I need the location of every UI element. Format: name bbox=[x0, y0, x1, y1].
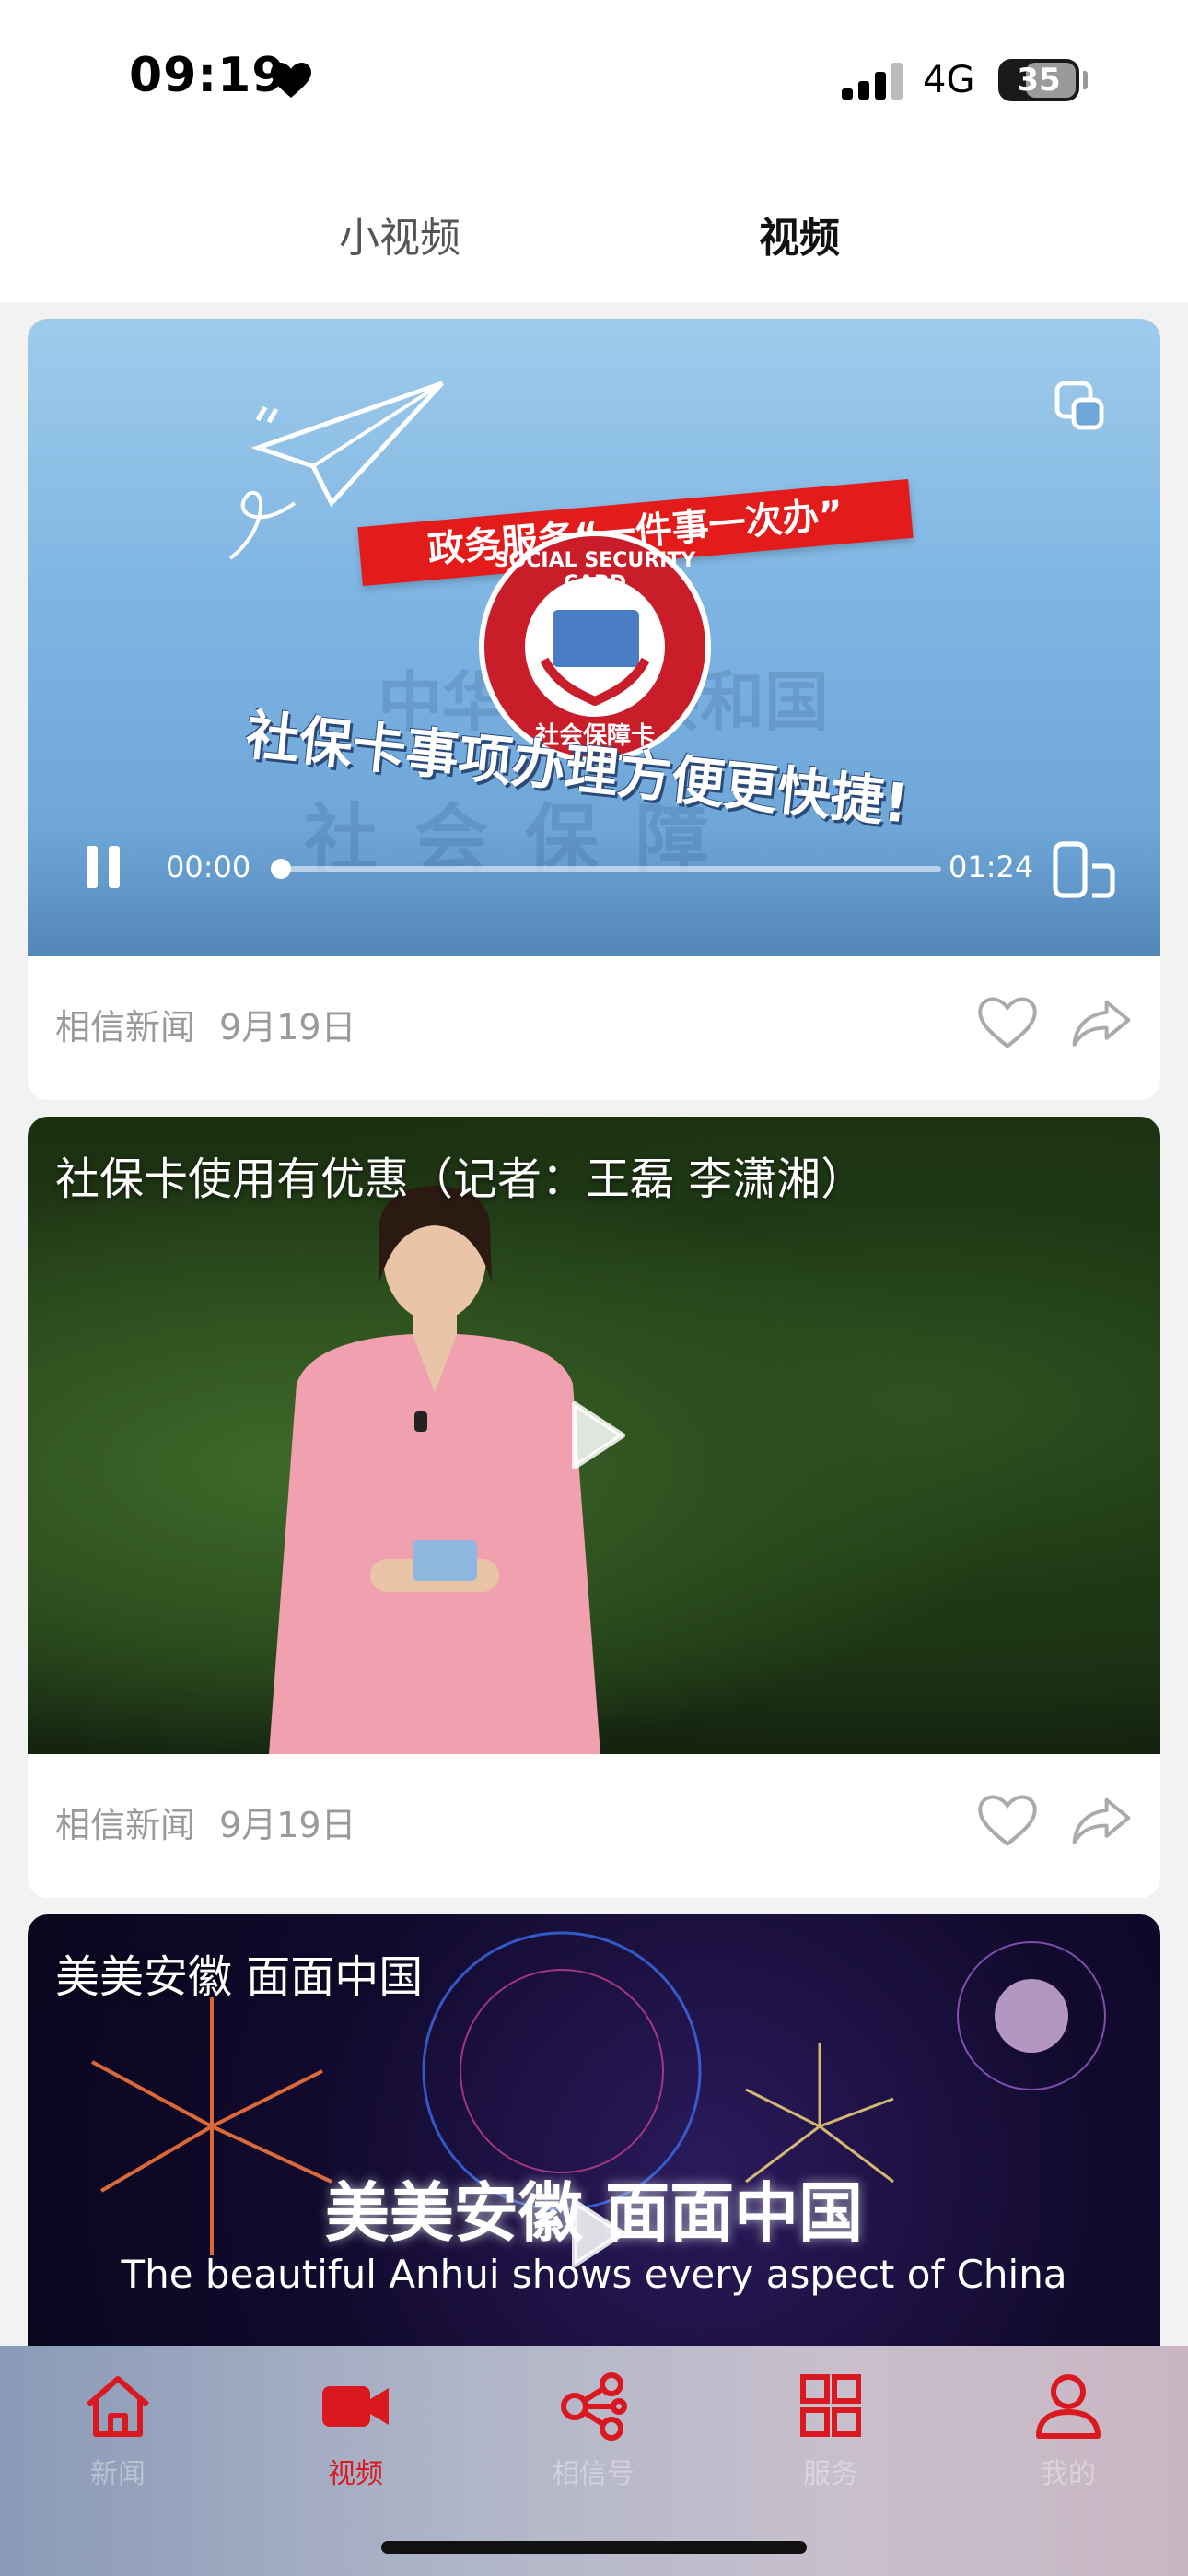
like-icon[interactable] bbox=[976, 995, 1039, 1050]
tab-video[interactable]: 视频 bbox=[759, 205, 840, 263]
home-icon bbox=[87, 2376, 149, 2437]
battery-icon: 35 bbox=[998, 59, 1079, 101]
tab-short-video[interactable]: 小视频 bbox=[339, 205, 460, 263]
source-label: 相信新闻 bbox=[55, 1805, 196, 1845]
home-indicator[interactable] bbox=[381, 2541, 807, 2554]
top-tab-bar: 小视频 视频 bbox=[0, 157, 1188, 302]
pip-icon[interactable] bbox=[1054, 380, 1105, 431]
tab-services[interactable]: 服务 bbox=[748, 2371, 914, 2491]
video-title: 美美安徽 面面中国 bbox=[55, 1951, 424, 2003]
share-icon[interactable] bbox=[1070, 997, 1133, 1048]
network-type: 4G bbox=[923, 59, 975, 101]
battery-level: 35 bbox=[1017, 62, 1061, 99]
card-meta: 相信新闻 9月19日 bbox=[55, 999, 356, 1049]
pause-icon[interactable] bbox=[81, 844, 127, 890]
cell-signal-icon bbox=[842, 63, 903, 100]
progress-bar[interactable] bbox=[278, 866, 941, 872]
video-camera-icon bbox=[322, 2386, 389, 2427]
card-meta: 相信新闻 9月19日 bbox=[55, 1797, 356, 1847]
tab-news[interactable]: 新闻 bbox=[35, 2371, 201, 2491]
progress-knob[interactable] bbox=[271, 859, 291, 879]
current-time: 00:00 bbox=[166, 849, 251, 884]
share-icon[interactable] bbox=[1070, 1795, 1133, 1846]
duration: 01:24 bbox=[949, 849, 1034, 884]
tab-profile[interactable]: 我的 bbox=[985, 2371, 1151, 2491]
video-player[interactable]: 中华人民共和国 社会保障 政务服务“一件事一次办” SOCIAL SECURIT… bbox=[28, 319, 1160, 956]
source-label: 相信新闻 bbox=[55, 1007, 196, 1048]
user-icon bbox=[1036, 2374, 1101, 2439]
hands-icon bbox=[540, 657, 650, 706]
play-icon[interactable] bbox=[564, 1399, 628, 1472]
video-title: 社保卡使用有优惠（记者：王磊 李潇湘） bbox=[55, 1153, 866, 1205]
video-card[interactable]: 社保卡使用有优惠（记者：王磊 李潇湘） 相信新闻 9月19日 bbox=[28, 1117, 1160, 1898]
tab-video-nav[interactable]: 视频 bbox=[273, 2371, 438, 2491]
tab-xiangxinhao[interactable]: 相信号 bbox=[510, 2371, 676, 2491]
video-thumbnail[interactable]: 社保卡使用有优惠（记者：王磊 李潇湘） bbox=[28, 1117, 1160, 1754]
share-nodes-icon bbox=[561, 2372, 627, 2441]
grid-icon bbox=[800, 2374, 861, 2437]
date-label: 9月19日 bbox=[219, 1805, 356, 1845]
date-label: 9月19日 bbox=[219, 1007, 356, 1048]
status-time: 09:19 bbox=[129, 48, 286, 103]
video-card[interactable]: 中华人民共和国 社会保障 政务服务“一件事一次办” SOCIAL SECURIT… bbox=[28, 319, 1160, 1100]
like-icon[interactable] bbox=[976, 1793, 1039, 1848]
heart-status-icon bbox=[271, 63, 311, 98]
play-icon[interactable] bbox=[564, 2196, 628, 2270]
rotate-screen-icon[interactable] bbox=[1052, 840, 1116, 901]
status-bar: 09:19 4G 35 bbox=[0, 0, 1188, 157]
